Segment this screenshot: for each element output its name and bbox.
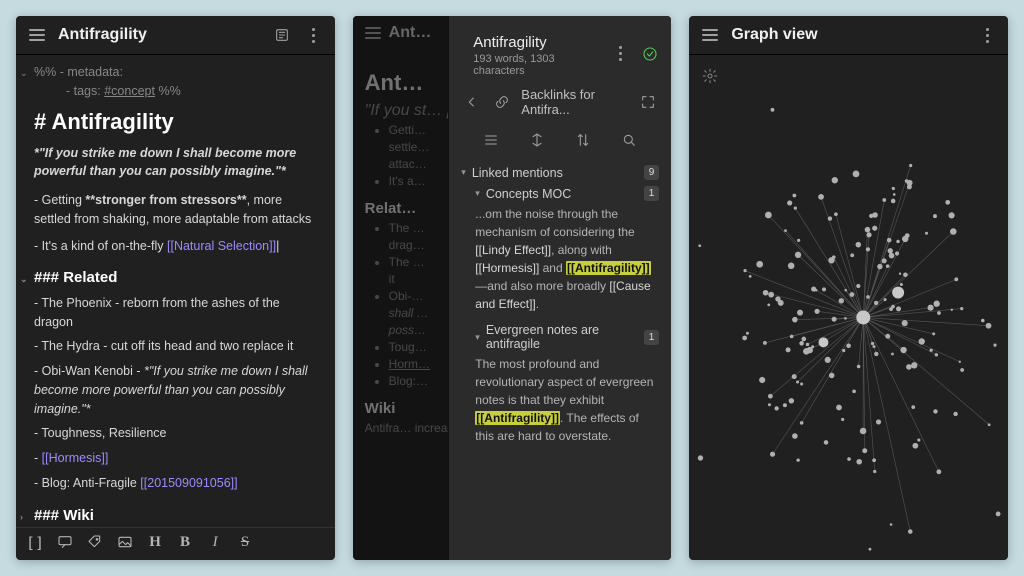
back-icon[interactable] (461, 91, 483, 113)
breadcrumb: Backlinks for Antifra... (449, 83, 671, 125)
graph-panel: Graph view (689, 16, 1008, 560)
fmt-brackets[interactable]: [] (26, 534, 44, 554)
reading-view-icon[interactable] (271, 24, 293, 46)
backlink-item[interactable]: ▾ Evergreen notes are antifragile 1 (475, 323, 659, 351)
fmt-strike[interactable]: S (236, 534, 254, 554)
editor-body[interactable]: ⌄%% - metadata: - tags: #concept %% # An… (16, 55, 335, 527)
menu-icon[interactable] (699, 24, 721, 46)
menu-icon[interactable] (26, 24, 48, 46)
more-icon[interactable] (609, 43, 631, 65)
backlinks-panel: Ant… Ant… "If you st… powerfu… Getti… se… (353, 16, 672, 560)
backlink-item[interactable]: ▾ Concepts MOC 1 (475, 186, 659, 201)
count-badge: 1 (644, 330, 660, 345)
chevron-down-icon: ▾ (475, 188, 480, 199)
word-count: 193 words, 1303 characters (473, 53, 587, 77)
fmt-heading[interactable]: H (146, 534, 164, 554)
backlinks-overlay: Antifragility 193 words, 1303 characters… (448, 16, 671, 560)
h1: # Antifragility (34, 105, 321, 138)
sort-icon[interactable] (572, 129, 594, 151)
graph-topbar: Graph view (689, 16, 1008, 55)
overlay-title: Antifragility (473, 34, 587, 51)
fmt-tag-icon[interactable] (86, 534, 104, 554)
search-icon[interactable] (618, 129, 640, 151)
backlink-excerpt: The most profound and revolutionary aspe… (475, 355, 659, 445)
link-icon[interactable] (491, 91, 513, 113)
fold-icon[interactable]: ⌄ (20, 67, 30, 81)
note-title: Antifragility (58, 26, 261, 44)
more-icon[interactable] (976, 24, 998, 46)
chevron-down-icon: ▾ (475, 332, 480, 343)
count-badge: 9 (644, 165, 660, 180)
backlinks-body[interactable]: ▾ Linked mentions 9 ▾ Concepts MOC 1 ...… (449, 159, 671, 560)
fold-icon[interactable]: › (20, 511, 30, 525)
quote: *"If you strike me down I shall become m… (34, 144, 321, 182)
backlink-excerpt: ...om the noise through the mechanism of… (475, 205, 659, 313)
graph-canvas[interactable] (689, 55, 1008, 560)
fold-icon[interactable]: ⌄ (20, 273, 30, 287)
more-icon[interactable] (303, 24, 325, 46)
fmt-image-icon[interactable] (116, 534, 134, 554)
count-badge: 1 (644, 186, 660, 201)
expand-icon[interactable] (637, 91, 659, 113)
wikilink[interactable]: [[201509091056]] (140, 476, 237, 490)
wikilink[interactable]: [[Natural Selection]] (167, 239, 276, 253)
gear-icon[interactable] (699, 65, 721, 87)
wikilink[interactable]: [[Hormesis]] (42, 451, 109, 465)
collapse-list-icon[interactable] (480, 129, 502, 151)
expand-vertical-icon[interactable] (526, 129, 548, 151)
fmt-bold[interactable]: B (176, 534, 194, 554)
backlinks-toolbar (449, 125, 671, 159)
fmt-comment-icon[interactable] (56, 534, 74, 554)
graph-svg (689, 55, 1008, 560)
linked-mentions-header[interactable]: ▾ Linked mentions 9 (461, 165, 659, 180)
format-toolbar: [] H B I S (16, 527, 335, 560)
tag-link[interactable]: #concept (104, 84, 155, 98)
sync-ok-icon[interactable] (639, 43, 661, 65)
fmt-italic[interactable]: I (206, 534, 224, 554)
editor-panel: Antifragility ⌄%% - metadata: - tags: #c… (16, 16, 335, 560)
editor-topbar: Antifragility (16, 16, 335, 55)
graph-title: Graph view (731, 26, 966, 44)
chevron-down-icon: ▾ (461, 167, 466, 178)
